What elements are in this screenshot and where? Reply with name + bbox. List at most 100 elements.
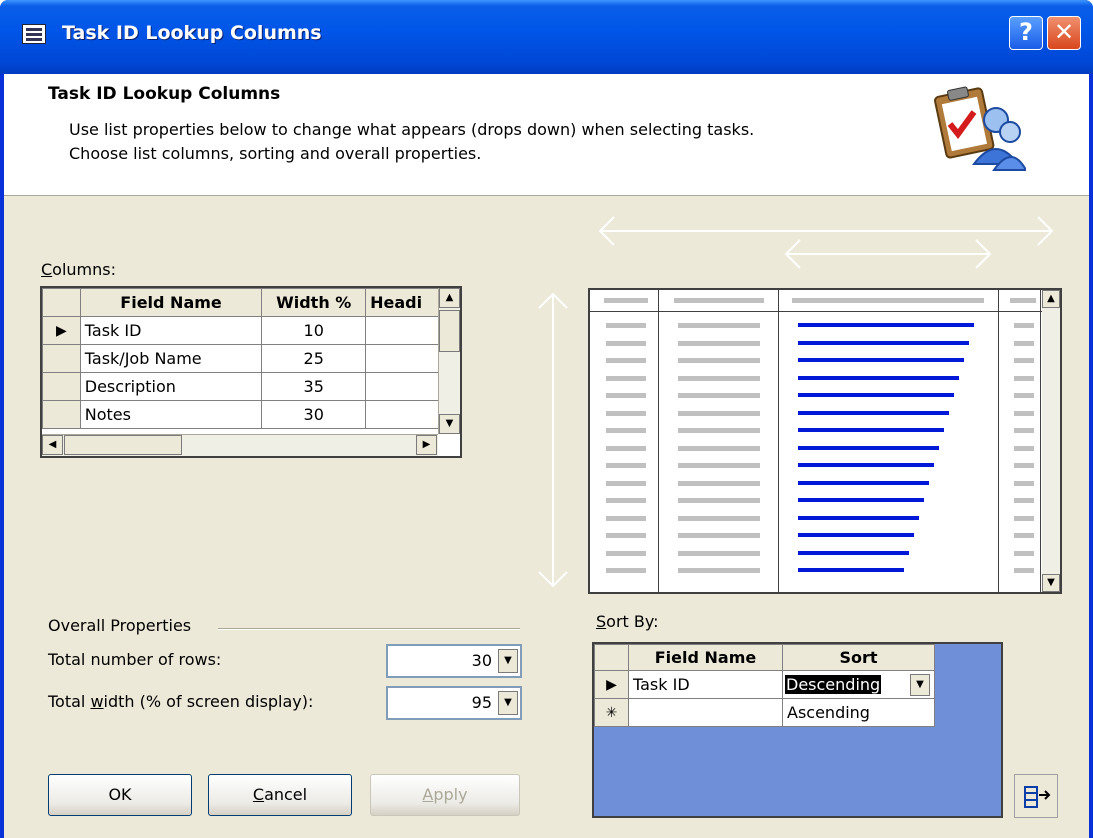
sort-row-new[interactable]: ✳ Ascending: [594, 698, 935, 727]
cell-width[interactable]: 25: [261, 344, 367, 373]
preview-row-line: [798, 445, 939, 450]
sort-cell-field[interactable]: [628, 698, 783, 727]
cancel-button[interactable]: Cancel: [208, 774, 352, 816]
row-selector[interactable]: [42, 400, 81, 429]
table-row[interactable]: ▶ Task ID 10: [42, 316, 442, 345]
clipboard-users-icon: [934, 86, 1026, 171]
total-width-value[interactable]: 95: [472, 693, 492, 712]
scroll-thumb[interactable]: [439, 310, 460, 352]
sort-grid[interactable]: Field Name Sort ▶ Task ID Descending ▼ ✳…: [592, 642, 1003, 818]
cell-heading[interactable]: [365, 344, 442, 373]
columns-label-mnemonic: C: [41, 260, 53, 279]
sort-by-label: Sort By:: [596, 612, 659, 631]
total-rows-combo[interactable]: 30 ▼: [386, 644, 522, 678]
scroll-down-icon[interactable]: ▼: [439, 414, 460, 434]
sort-direction-combo[interactable]: Descending ▼: [782, 670, 935, 699]
preview-row-bar: [678, 428, 760, 433]
sort-cell-field[interactable]: Task ID: [628, 670, 783, 699]
cell-width[interactable]: 30: [261, 400, 367, 429]
column-header-heading[interactable]: Headi: [365, 288, 442, 317]
preview-row-bar: [1014, 375, 1034, 381]
preview-row-bar: [678, 358, 760, 363]
sort-direction-value[interactable]: Descending: [785, 675, 882, 694]
columns-grid[interactable]: Field Name Width % Headi ▶ Task ID 10 Ta…: [40, 286, 462, 458]
scroll-up-icon[interactable]: ▲: [439, 288, 460, 308]
preview-row-line: [798, 550, 909, 555]
chevron-down-icon[interactable]: ▼: [910, 674, 930, 696]
columns-horizontal-scrollbar[interactable]: ◀ ▶: [42, 434, 438, 456]
preview-row-line: [798, 463, 934, 467]
table-row[interactable]: Description 35: [42, 372, 442, 401]
scroll-right-icon[interactable]: ▶: [416, 435, 437, 455]
cell-width[interactable]: 10: [261, 316, 367, 345]
preview-row-bar: [606, 323, 646, 328]
current-row-arrow-icon: ▶: [42, 316, 81, 345]
column-header-field-name[interactable]: Field Name: [79, 288, 263, 317]
preview-row-bar: [1014, 515, 1034, 521]
sort-header-field-name[interactable]: Field Name: [628, 644, 783, 671]
columns-label: Columns:: [41, 260, 116, 279]
preview-row-bar: [678, 480, 760, 486]
preview-row-bar: [678, 445, 760, 451]
preview-row-bar: [678, 463, 760, 468]
sort-cell-sort[interactable]: Ascending: [782, 698, 935, 727]
sort-row[interactable]: ▶ Task ID Descending ▼: [594, 670, 935, 699]
cell-width[interactable]: 35: [261, 372, 367, 401]
preview-row-bar: [606, 463, 646, 468]
h-scroll-thumb[interactable]: [64, 435, 182, 455]
row-selector[interactable]: [42, 372, 81, 401]
chevron-down-icon[interactable]: ▼: [498, 691, 518, 715]
current-row-arrow-icon: ▶: [594, 670, 629, 699]
row-selector-header: [42, 288, 81, 317]
table-row[interactable]: Task/Job Name 25: [42, 344, 442, 373]
header-panel: Task ID Lookup Columns Use list properti…: [4, 74, 1089, 196]
preview-row-bar: [678, 533, 760, 538]
ok-button[interactable]: OK: [48, 774, 192, 816]
preview-row-bar: [1014, 358, 1034, 363]
preview-row-bar: [1014, 480, 1034, 486]
preview-divider: [658, 290, 659, 592]
column-header-width[interactable]: Width %: [261, 288, 367, 317]
title-bar[interactable]: Task ID Lookup Columns ? ✕: [0, 0, 1093, 74]
preview-header-bar: [604, 298, 648, 303]
total-rows-value[interactable]: 30: [472, 651, 492, 670]
preview-row-bar: [1014, 445, 1034, 451]
total-width-label-mnemonic: w: [90, 692, 104, 711]
columns-header-row: Field Name Width % Headi: [42, 288, 442, 317]
cell-heading[interactable]: [365, 400, 442, 429]
row-selector[interactable]: [42, 344, 81, 373]
new-row-asterisk-icon: ✳: [594, 698, 629, 727]
chevron-down-icon[interactable]: ▼: [498, 649, 518, 673]
total-width-combo[interactable]: 95 ▼: [386, 686, 522, 720]
preview-row-line: [798, 515, 919, 520]
scroll-left-icon[interactable]: ◀: [42, 435, 63, 455]
cell-field-name[interactable]: Notes: [79, 400, 263, 429]
preview-row-bar: [606, 340, 646, 346]
preview-row-line: [798, 375, 959, 380]
sort-by-label-mnemonic: S: [596, 612, 607, 631]
preview-row-bar: [606, 550, 646, 556]
close-button[interactable]: ✕: [1047, 16, 1081, 50]
column-width-arrow-icon: [784, 239, 992, 269]
sort-by-label-text: ort By:: [606, 612, 659, 631]
sort-header-sort[interactable]: Sort: [782, 644, 935, 671]
sort-options-button[interactable]: [1014, 774, 1058, 818]
help-button[interactable]: ?: [1009, 16, 1043, 50]
preview-row-bar: [1014, 533, 1034, 538]
apply-button[interactable]: Apply: [370, 774, 520, 816]
preview-divider: [778, 290, 779, 592]
preview-row-bar: [1014, 323, 1034, 328]
cell-heading[interactable]: [365, 372, 442, 401]
cell-field-name[interactable]: Description: [79, 372, 263, 401]
preview-row-bar: [606, 498, 646, 503]
list-preview: ▲ ▼: [588, 288, 1062, 594]
columns-vertical-scrollbar[interactable]: ▲ ▼: [438, 288, 460, 434]
preview-row-bar: [678, 550, 760, 556]
cell-field-name[interactable]: Task/Job Name: [79, 344, 263, 373]
sort-header-row: Field Name Sort: [594, 644, 935, 671]
cancel-mnemonic: C: [252, 785, 265, 804]
cell-field-name[interactable]: Task ID: [79, 316, 263, 345]
table-row[interactable]: Notes 30: [42, 400, 442, 429]
preview-row-line: [798, 393, 954, 397]
cell-heading[interactable]: [365, 316, 442, 345]
